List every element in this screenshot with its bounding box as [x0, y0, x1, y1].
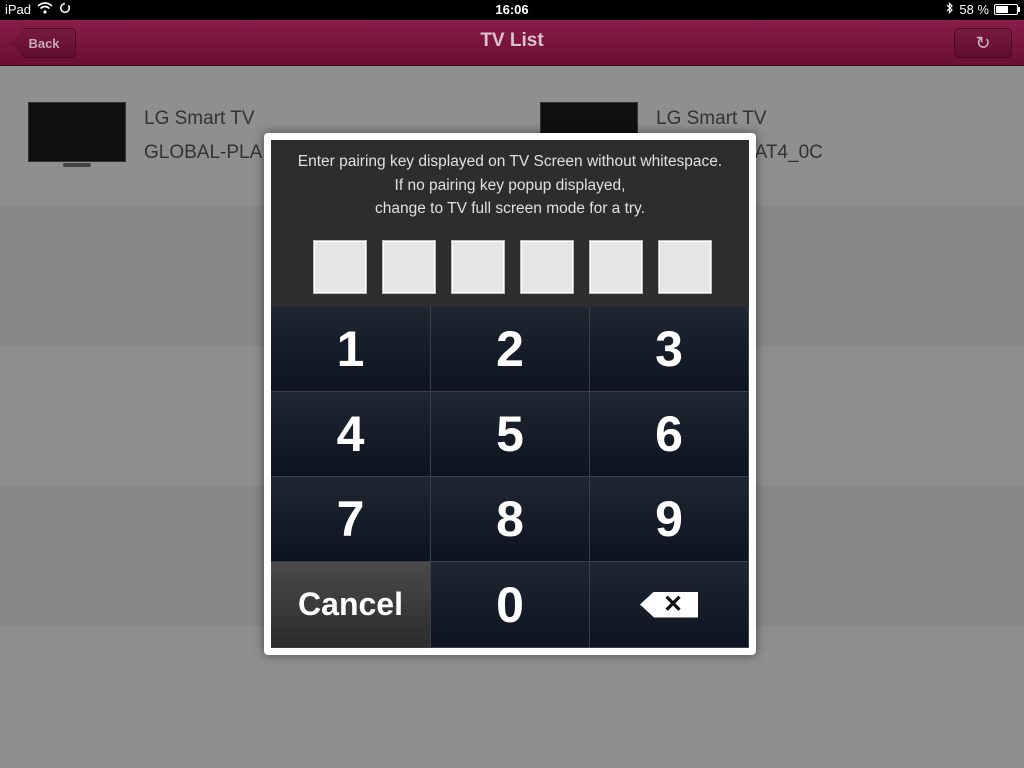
pin-digit-field[interactable]: [313, 240, 367, 294]
pin-digit-field[interactable]: [520, 240, 574, 294]
pairing-dialog: Enter pairing key displayed on TV Screen…: [264, 133, 756, 655]
pin-digit-field[interactable]: [589, 240, 643, 294]
cancel-button[interactable]: Cancel: [271, 562, 431, 648]
key-5[interactable]: 5: [431, 392, 590, 477]
key-3[interactable]: 3: [590, 307, 749, 392]
key-6[interactable]: 6: [590, 392, 749, 477]
key-8[interactable]: 8: [431, 477, 590, 562]
page-title: TV List: [480, 30, 544, 51]
key-7[interactable]: 7: [271, 477, 431, 562]
numeric-keypad: 1 2 3 4 5 6 7 8 9 Cancel 0 ✕: [271, 307, 749, 648]
tv-icon: [28, 102, 126, 167]
status-bar: iPad 16:06 58 %: [0, 0, 1024, 20]
dialog-body: Enter pairing key displayed on TV Screen…: [271, 140, 749, 648]
refresh-icon: ↻: [975, 32, 991, 53]
navigation-bar: Back TV List ↻: [0, 20, 1024, 66]
refresh-button[interactable]: ↻: [954, 28, 1012, 58]
tv-id: GLOBAL-PLA: [144, 142, 263, 163]
clock: 16:06: [495, 2, 529, 17]
message-line: Enter pairing key displayed on TV Screen…: [297, 153, 723, 170]
pin-digit-field[interactable]: [451, 240, 505, 294]
key-0[interactable]: 0: [431, 562, 590, 648]
tv-name: LG Smart TV: [144, 108, 255, 129]
pairing-message: Enter pairing key displayed on TV Screen…: [271, 150, 749, 221]
message-line: If no pairing key popup displayed,: [394, 176, 626, 194]
key-4[interactable]: 4: [271, 392, 431, 477]
delete-button[interactable]: ✕: [590, 562, 749, 648]
key-2[interactable]: 2: [431, 307, 590, 392]
key-9[interactable]: 9: [590, 477, 749, 562]
tv-name: LG Smart TV: [656, 108, 767, 129]
key-1[interactable]: 1: [271, 307, 431, 392]
battery-percent: 58 %: [959, 2, 989, 17]
battery-icon: [994, 4, 1020, 15]
bluetooth-icon: [946, 2, 954, 17]
pin-digit-field[interactable]: [658, 240, 712, 294]
pairing-key-fields: [313, 240, 712, 294]
message-line: change to TV full screen mode for a try.: [375, 200, 645, 217]
pin-digit-field[interactable]: [382, 240, 436, 294]
backspace-icon: ✕: [640, 591, 698, 618]
